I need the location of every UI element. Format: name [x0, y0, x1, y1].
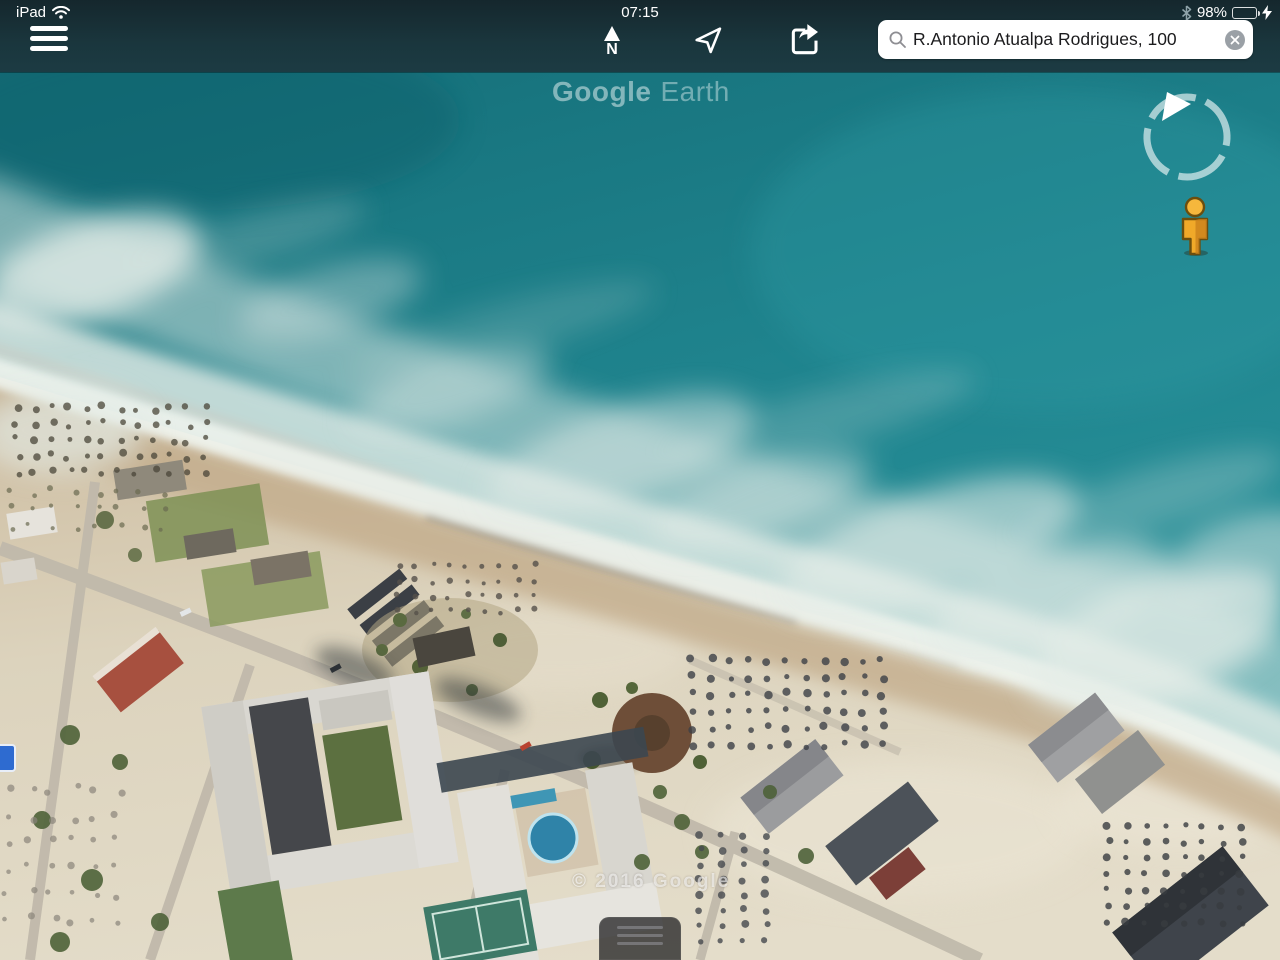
watermark-google: Google	[552, 76, 651, 107]
pegman-icon[interactable]	[1172, 196, 1218, 256]
north-letter: N	[604, 41, 620, 58]
bluetooth-icon	[1181, 5, 1192, 21]
charging-bolt-icon	[1262, 5, 1272, 20]
share-icon	[788, 23, 824, 57]
drag-line	[617, 926, 663, 929]
my-location-icon	[692, 24, 724, 56]
bottom-sheet-handle[interactable]	[599, 917, 681, 960]
battery-icon	[1232, 7, 1257, 19]
compass-ring[interactable]	[1136, 86, 1238, 188]
copyright-text: © 2016 Google	[572, 871, 730, 893]
google-earth-watermark: Google Earth	[552, 76, 730, 108]
drag-line	[617, 934, 663, 937]
road-sign	[0, 744, 16, 772]
my-location-button[interactable]	[688, 20, 728, 60]
north-triangle-icon	[604, 26, 620, 41]
clock: 07:15	[0, 4, 1280, 21]
watermark-earth: Earth	[660, 76, 729, 107]
clear-search-icon[interactable]	[1225, 30, 1245, 50]
map-view[interactable]	[0, 0, 1280, 960]
search-input[interactable]	[907, 29, 1225, 50]
battery-percent: 98%	[1197, 4, 1227, 21]
top-bar: iPad 07:15 98%	[0, 0, 1280, 72]
share-button[interactable]	[786, 20, 826, 60]
search-icon	[888, 30, 907, 49]
drag-line	[617, 942, 663, 945]
menu-icon[interactable]	[30, 26, 68, 54]
search-box	[878, 20, 1253, 59]
compass-north-button[interactable]: N	[592, 22, 632, 62]
google-earth-app: GoogleEarth © 2016 Google iPad	[0, 0, 1280, 960]
swimming-pool	[529, 814, 577, 862]
